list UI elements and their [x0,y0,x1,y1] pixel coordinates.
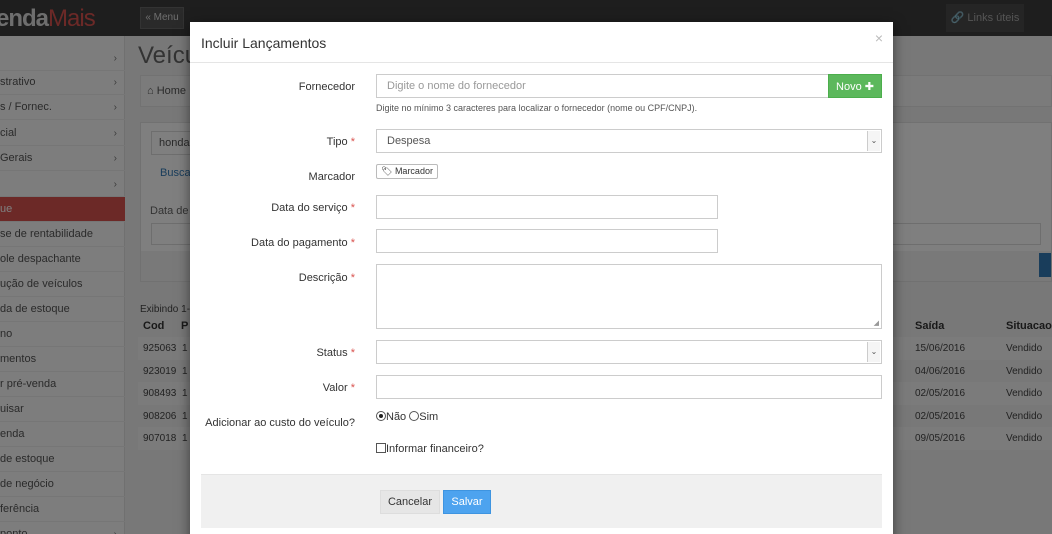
modal-footer: Cancelar Salvar [201,474,882,528]
incluir-lancamentos-modal: Incluir Lançamentos × Fornecedor Digite … [190,22,893,534]
nao-radio-label[interactable]: Não [386,411,406,423]
resize-handle-icon[interactable]: ◢ [874,319,879,327]
chevron-down-icon: ⌄ [867,131,880,151]
fornecedor-label: Fornecedor [298,81,355,93]
tipo-select[interactable]: Despesa ⌄ [376,129,882,153]
status-select[interactable]: ⌄ [376,340,882,364]
custo-veiculo-label: Adicionar ao custo do veículo? [205,417,355,429]
fornecedor-help-text: Digite no mínimo 3 caracteres para local… [376,103,698,113]
chevron-down-icon: ⌄ [867,342,880,362]
sim-radio[interactable] [409,411,420,421]
nao-radio[interactable] [376,411,386,421]
save-button[interactable]: Salvar [443,490,491,514]
fornecedor-input[interactable]: Digite o nome do fornecedor [376,74,829,98]
data-pagamento-input[interactable] [376,229,718,253]
custo-veiculo-radio-group: Não Sim [376,411,438,423]
data-pagamento-label: Data do pagamento * [251,237,355,249]
data-servico-label: Data do serviço * [271,202,355,214]
marcador-tag-button[interactable]: 🏷 Marcador [376,164,438,179]
data-servico-input[interactable] [376,195,718,219]
informar-financeiro-checkbox[interactable] [376,443,386,453]
sim-radio-label[interactable]: Sim [419,411,438,423]
status-label: Status * [316,347,355,359]
descricao-textarea[interactable]: ◢ [376,264,882,329]
valor-input[interactable] [376,375,882,399]
novo-fornecedor-button[interactable]: Novo ✚ [828,74,882,98]
descricao-label: Descrição * [298,272,355,284]
informar-financeiro-row: Informar financeiro? [376,443,484,455]
informar-financeiro-label[interactable]: Informar financeiro? [386,443,484,455]
cancel-button[interactable]: Cancelar [380,490,440,514]
marcador-label: Marcador [308,171,355,183]
valor-label: Valor * [322,382,355,394]
modal-header: Incluir Lançamentos × [190,22,893,63]
tipo-label: Tipo * [326,136,355,148]
modal-title: Incluir Lançamentos [201,35,327,51]
close-icon[interactable]: × [875,30,883,46]
tag-icon: 🏷 [381,166,395,176]
